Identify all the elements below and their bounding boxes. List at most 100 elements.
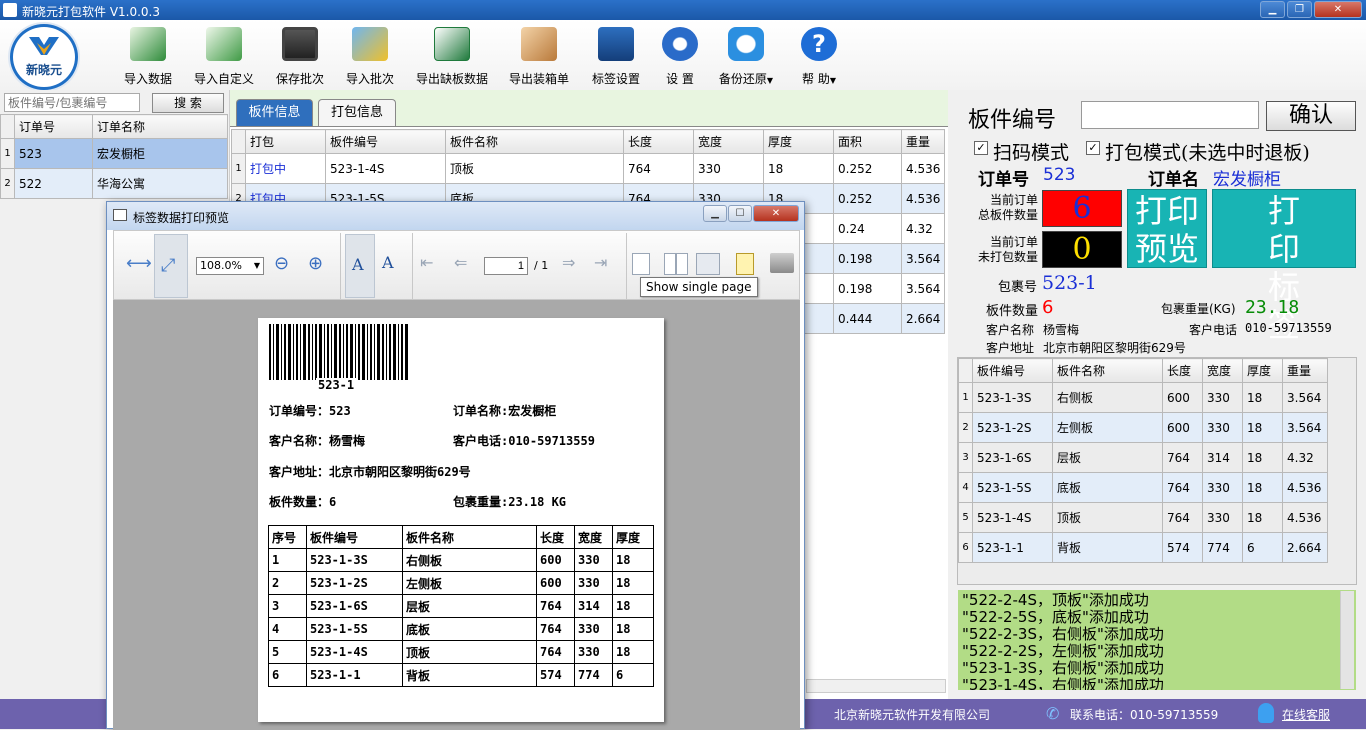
length-cell[interactable]: 574 (1162, 532, 1203, 563)
label-settings-button[interactable]: 标签设置 (588, 27, 644, 89)
order-row[interactable]: 1 523 宏发橱柜 (0, 138, 228, 169)
backup-restore-button[interactable]: 备份还原▼ (714, 27, 778, 89)
thickness-cell[interactable]: 18 (1242, 382, 1283, 413)
font-format-icon[interactable]: A (382, 253, 406, 277)
weight-cell[interactable]: 3.564 (901, 243, 945, 274)
width-cell[interactable]: 330 (1202, 502, 1243, 533)
weight-cell[interactable]: 4.536 (901, 153, 945, 184)
table-row[interactable]: 2 523-1-2S 左侧板 600 330 18 3.564 (958, 412, 1328, 443)
panel-code-header[interactable]: 板件编号 (325, 129, 446, 154)
length-cell[interactable]: 764 (1162, 502, 1203, 533)
panel-code-cell[interactable]: 523-1-3S (972, 382, 1053, 413)
order-no-cell[interactable]: 523 (14, 138, 93, 169)
width-cell[interactable]: 774 (1202, 532, 1243, 563)
page-number-input[interactable] (484, 257, 528, 275)
table-row[interactable]: 1 523-1-3S 右侧板 600 330 18 3.564 (958, 382, 1328, 413)
order-name-cell[interactable]: 华海公寓 (92, 168, 228, 199)
area-cell[interactable]: 0.198 (833, 273, 902, 304)
thickness-cell[interactable]: 18 (1242, 502, 1283, 533)
weight-cell[interactable]: 3.564 (1282, 412, 1328, 443)
area-header[interactable]: 面积 (833, 129, 902, 154)
panel-name-cell[interactable]: 右侧板 (1052, 382, 1163, 413)
export-missing-button[interactable]: 导出缺板数据 (412, 27, 492, 89)
order-name-cell[interactable]: 宏发橱柜 (92, 138, 228, 169)
thickness-cell[interactable]: 6 (1242, 532, 1283, 563)
settings-button[interactable]: 设 置 (656, 27, 704, 89)
pack-status-cell[interactable]: 打包中 (245, 153, 326, 184)
width-cell[interactable]: 330 (1202, 472, 1243, 503)
area-cell[interactable]: 0.198 (833, 243, 902, 274)
multi-pages-icon[interactable] (696, 253, 720, 275)
panel-name-cell[interactable]: 顶板 (1052, 502, 1163, 533)
weight-cell[interactable]: 3.564 (1282, 382, 1328, 413)
width-cell[interactable]: 330 (1202, 382, 1243, 413)
order-row[interactable]: 2 522 华海公寓 (0, 168, 228, 199)
width-cell[interactable]: 330 (693, 153, 764, 184)
help-button[interactable]: ? 帮 助▼ (790, 27, 848, 89)
pack-mode-checkbox[interactable]: ✓ (1086, 141, 1100, 155)
length-header[interactable]: 长度 (623, 129, 694, 154)
weight-cell[interactable]: 4.536 (1282, 502, 1328, 533)
panel-code-cell[interactable]: 523-1-1 (972, 532, 1053, 563)
thickness-cell[interactable]: 18 (1242, 472, 1283, 503)
search-input[interactable] (4, 93, 140, 112)
horizontal-scrollbar[interactable] (806, 679, 946, 693)
thickness-cell[interactable]: 18 (763, 153, 834, 184)
prev-page-icon[interactable]: ⇐ (454, 253, 478, 277)
export-packing-button[interactable]: 导出装箱单 (506, 27, 572, 89)
length-cell[interactable]: 600 (1162, 412, 1203, 443)
thickness-cell[interactable]: 18 (1242, 442, 1283, 473)
panel-code-cell[interactable]: 523-1-6S (972, 442, 1053, 473)
panel-name-cell[interactable]: 底板 (1052, 472, 1163, 503)
table-row[interactable]: 3 523-1-6S 层板 764 314 18 4.32 (958, 442, 1328, 473)
import-batch-button[interactable]: 导入批次 (342, 27, 398, 89)
thickness-cell[interactable]: 18 (1242, 412, 1283, 443)
panel-name-cell[interactable]: 顶板 (445, 153, 624, 184)
weight-cell[interactable]: 2.664 (901, 303, 945, 334)
panel-code-cell[interactable]: 523-1-5S (972, 472, 1053, 503)
two-pages-icon[interactable] (664, 253, 688, 275)
restore-button[interactable]: ❐ (1287, 1, 1312, 18)
import-data-button[interactable]: 导入数据 (118, 27, 178, 89)
first-page-icon[interactable]: ⇤ (420, 253, 444, 277)
table-row[interactable]: 5 523-1-4S 顶板 764 330 18 4.536 (958, 502, 1328, 533)
panel-code-cell[interactable]: 523-1-4S (325, 153, 446, 184)
table-row[interactable]: 1 打包中 523-1-4S 顶板 764 330 18 0.252 4.536 (231, 153, 945, 184)
dialog-close-button[interactable]: ✕ (753, 205, 799, 222)
zoom-select[interactable]: 108.0% ▼ (196, 257, 264, 275)
length-header[interactable]: 长度 (1162, 358, 1203, 383)
tab-pack-info[interactable]: 打包信息 (318, 99, 396, 126)
area-cell[interactable]: 0.252 (833, 183, 902, 214)
weight-cell[interactable]: 4.536 (1282, 472, 1328, 503)
printer-icon[interactable] (770, 253, 794, 273)
panel-code-cell[interactable]: 523-1-4S (972, 502, 1053, 533)
order-no-header[interactable]: 订单号 (14, 114, 93, 139)
weight-cell[interactable]: 4.32 (1282, 442, 1328, 473)
confirm-button[interactable]: 确认 (1266, 101, 1356, 131)
panel-code-header[interactable]: 板件编号 (972, 358, 1053, 383)
panel-name-cell[interactable]: 背板 (1052, 532, 1163, 563)
panel-name-cell[interactable]: 左侧板 (1052, 412, 1163, 443)
length-cell[interactable]: 764 (623, 153, 694, 184)
tab-panel-info[interactable]: 板件信息 (236, 99, 313, 126)
dialog-minimize-button[interactable]: ▁ (703, 205, 727, 222)
length-cell[interactable]: 764 (1162, 442, 1203, 473)
next-page-icon[interactable]: ⇒ (562, 253, 586, 277)
area-cell[interactable]: 0.24 (833, 213, 902, 244)
font-button[interactable]: A (345, 234, 375, 298)
weight-cell[interactable]: 3.564 (901, 273, 945, 304)
online-service-link[interactable]: 在线客服 (1282, 706, 1330, 723)
weight-cell[interactable]: 2.664 (1282, 532, 1328, 563)
weight-cell[interactable]: 4.536 (901, 183, 945, 214)
width-header[interactable]: 宽度 (693, 129, 764, 154)
table-row[interactable]: 4 523-1-5S 底板 764 330 18 4.536 (958, 472, 1328, 503)
thickness-header[interactable]: 厚度 (1242, 358, 1283, 383)
scan-mode-checkbox[interactable]: ✓ (974, 141, 988, 155)
panel-code-cell[interactable]: 523-1-2S (972, 412, 1053, 443)
panel-no-input[interactable] (1081, 101, 1259, 129)
close-button[interactable]: ✕ (1314, 1, 1362, 18)
order-name-header[interactable]: 订单名称 (92, 114, 228, 139)
print-preview-button[interactable]: 打印预览 (1127, 189, 1207, 268)
import-custom-button[interactable]: 导入自定义 (190, 27, 258, 89)
table-row[interactable]: 6 523-1-1 背板 574 774 6 2.664 (958, 532, 1328, 563)
